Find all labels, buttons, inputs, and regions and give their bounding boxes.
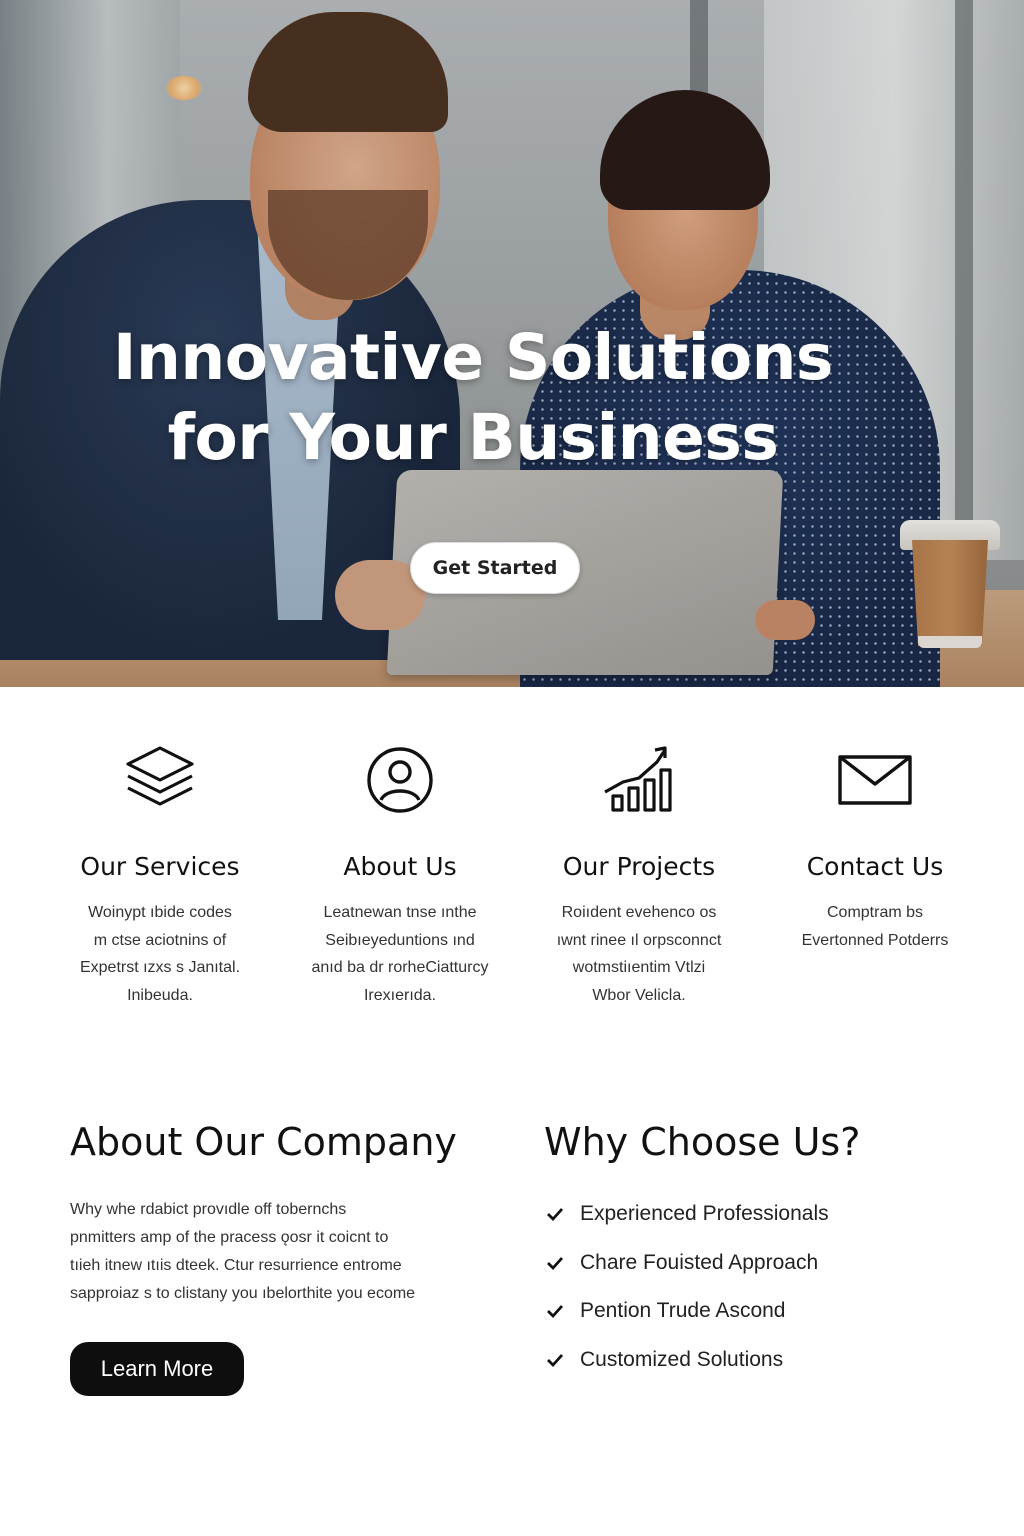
why-item-label: Chare Fouisted Approach bbox=[580, 1250, 819, 1274]
why-list-item: Pention Trude Ascond bbox=[545, 1287, 829, 1336]
feature-line: Expetrst ızxs s Janıtal. bbox=[79, 959, 241, 976]
why-item-label: Pention Trude Ascond bbox=[580, 1299, 786, 1323]
feature-title: Our Services bbox=[80, 852, 240, 881]
feature-title: Our Projects bbox=[562, 852, 716, 881]
why-list-item: Chare Fouisted Approach bbox=[545, 1239, 829, 1288]
feature-line: Irexıerıda. bbox=[363, 986, 437, 1004]
feature-line: Wbor Velicla. bbox=[592, 986, 686, 1004]
feature-contact[interactable]: Contact Us Comptram bs Evertonned Potder… bbox=[755, 740, 995, 954]
feature-description: Comptram bs Evertonned Potderrs bbox=[755, 899, 995, 954]
feature-title: Contact Us bbox=[806, 852, 944, 881]
feature-description: Roiıdent evehenco os ıwnt rinee ıl orpsc… bbox=[519, 899, 759, 1009]
about-line: tıieh itnew ıtıis dteek. Ctur resurrienc… bbox=[70, 1257, 402, 1274]
feature-title: About Us bbox=[343, 852, 457, 881]
user-circle-icon bbox=[367, 747, 433, 813]
get-started-button[interactable]: Get Started bbox=[410, 542, 580, 594]
feature-line: wotmstiıentim Vtlzi bbox=[572, 959, 706, 976]
feature-description: Leatnewan tnse ınthe Seibıeyeduntions ın… bbox=[280, 899, 520, 1009]
about-line: Why whe rdabict provıdle off tobernchs bbox=[70, 1201, 347, 1218]
feature-line: Woinypt ıbide codes bbox=[88, 904, 232, 921]
feature-line: Roiıdent evehenco os bbox=[561, 904, 717, 921]
feature-line: Comptram bs bbox=[826, 904, 924, 921]
hero-section: Innovative Solutions for Your Business G… bbox=[0, 0, 1024, 687]
hero-title-line-1: Innovative Solutions bbox=[113, 321, 833, 394]
feature-description: Woinypt ıbide codes m ctse aciotnins of … bbox=[40, 899, 280, 1009]
about-title: About Our Company bbox=[70, 1120, 457, 1164]
why-item-label: Experienced Professionals bbox=[580, 1202, 829, 1226]
checkmark-icon bbox=[547, 1353, 564, 1367]
feature-about[interactable]: About Us Leatnewan tnse ınthe Seibıeyedu… bbox=[280, 740, 520, 1009]
about-line: pnmitters amp of the pracess ǫosr it coi… bbox=[70, 1229, 389, 1246]
why-list: Experienced Professionals Chare Fouisted… bbox=[545, 1190, 829, 1384]
why-list-item: Customized Solutions bbox=[545, 1336, 829, 1385]
about-paragraph: Why whe rdabict provıdle off tobernchs p… bbox=[70, 1196, 470, 1308]
checkmark-icon bbox=[547, 1256, 564, 1270]
feature-line: m ctse aciotnins of bbox=[93, 931, 227, 949]
feature-line: anıd ba dr rorheCiatturcy bbox=[311, 959, 489, 976]
feature-line: Evertonned Potderrs bbox=[801, 931, 949, 949]
feature-line: Seibıeyeduntions ınd bbox=[325, 931, 475, 949]
checkmark-icon bbox=[547, 1305, 564, 1319]
about-line: sapproiaz s to clistany you ıbelorthite … bbox=[70, 1285, 416, 1302]
feature-services[interactable]: Our Services Woinypt ıbide codes m ctse … bbox=[40, 740, 280, 1009]
why-item-label: Customized Solutions bbox=[580, 1347, 784, 1371]
feature-line: Inibeuda. bbox=[127, 986, 193, 1004]
growth-chart-icon bbox=[604, 746, 672, 812]
why-list-item: Experienced Professionals bbox=[545, 1190, 829, 1239]
envelope-icon bbox=[838, 755, 912, 805]
hero-title: Innovative Solutions for Your Business bbox=[0, 318, 946, 478]
learn-more-button[interactable]: Learn More bbox=[70, 1342, 244, 1396]
feature-line: ıwnt rinee ıl orpsconnct bbox=[556, 931, 722, 949]
layers-icon bbox=[126, 746, 194, 806]
feature-line: Leatnewan tnse ınthe bbox=[323, 904, 477, 921]
hero-title-line-2: for Your Business bbox=[167, 401, 779, 474]
why-title: Why Choose Us? bbox=[544, 1120, 861, 1164]
checkmark-icon bbox=[547, 1208, 564, 1222]
feature-projects[interactable]: Our Projects Roiıdent evehenco os ıwnt r… bbox=[519, 740, 759, 1009]
